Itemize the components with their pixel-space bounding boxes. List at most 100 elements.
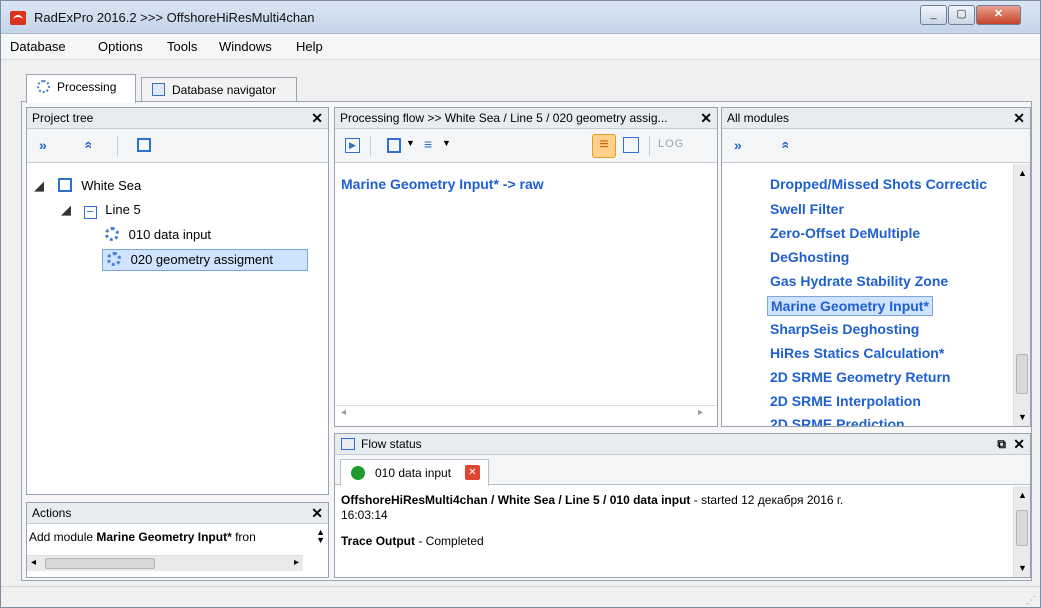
status-started: - started 12 декабря 2016 г.: [690, 493, 844, 507]
scroll-up-icon[interactable]: ▲: [1018, 168, 1027, 178]
database-navigator-icon: [152, 83, 165, 96]
menu-windows[interactable]: Windows: [219, 39, 272, 54]
scroll-thumb[interactable]: [1016, 510, 1028, 546]
tree-item-label: 020 geometry assigment: [130, 252, 273, 267]
menu-database[interactable]: Database: [10, 39, 66, 54]
dropdown-arrow-icon[interactable]: ▼: [442, 138, 451, 148]
expand-all-icon[interactable]: »: [39, 137, 47, 153]
close-icon[interactable]: ✕: [1013, 110, 1025, 127]
actions-title: Actions: [32, 506, 72, 520]
tree-view-icon[interactable]: ≡: [424, 136, 432, 152]
flow-status-tab[interactable]: 010 data input ✕: [340, 459, 489, 486]
collapse-triangle-icon[interactable]: ◢: [34, 178, 44, 193]
all-modules-panel: All modules ✕ » » Dropped/Missed Shots C…: [721, 107, 1031, 427]
resize-grip-icon[interactable]: ⋰: [1026, 595, 1036, 606]
status-result: - Completed: [415, 534, 484, 548]
module-item[interactable]: 2D SRME Interpolation: [770, 393, 921, 409]
scroll-thumb[interactable]: [1016, 354, 1028, 394]
scroll-left-icon[interactable]: ◂: [31, 557, 36, 568]
action-text-module: Marine Geometry Input*: [96, 530, 232, 544]
tab-database-navigator[interactable]: Database navigator: [141, 77, 297, 101]
scroll-up-icon[interactable]: ▲: [1018, 490, 1027, 500]
project-tree-panel: Project tree ✕ » » ◢ White Sea ◢ − Line …: [26, 107, 329, 495]
title-bar: RadExPro 2016.2 >>> OffshoreHiResMulti4c…: [1, 1, 1040, 34]
tree-item-label: 010 data input: [128, 227, 212, 242]
expand-all-icon[interactable]: »: [734, 137, 742, 153]
menu-options[interactable]: Options: [98, 39, 143, 54]
close-icon[interactable]: ✕: [311, 505, 323, 522]
collapse-triangle-icon[interactable]: ◢: [61, 202, 71, 217]
status-time: 16:03:14: [341, 508, 388, 522]
module-item[interactable]: Gas Hydrate Stability Zone: [770, 273, 948, 289]
all-modules-title: All modules: [727, 111, 790, 125]
scroll-left-icon[interactable]: ◂: [341, 407, 346, 418]
close-window-button[interactable]: ✕: [976, 5, 1021, 25]
dropdown-arrow-icon[interactable]: ▼: [406, 138, 415, 148]
action-text-prefix: Add module: [29, 530, 97, 544]
duplicate-icon[interactable]: [137, 138, 151, 152]
module-item[interactable]: Dropped/Missed Shots Correctic: [770, 176, 987, 192]
scroll-down-icon[interactable]: ▼: [1018, 563, 1027, 573]
project-tree-header: Project tree ✕: [27, 108, 328, 129]
tree-item-020-geometry-assigment[interactable]: 020 geometry assigment: [102, 249, 308, 271]
flow-item[interactable]: Marine Geometry Input* -> raw: [341, 176, 544, 192]
toolbar-divider: [117, 136, 118, 156]
close-icon[interactable]: ✕: [1013, 436, 1025, 453]
restore-icon[interactable]: ⧉: [997, 437, 1006, 452]
flow-status-tab-label: 010 data input: [375, 466, 452, 480]
spin-arrows-icon[interactable]: ▲ ▼: [316, 528, 325, 545]
toolbar-divider: [370, 136, 371, 156]
collapse-all-icon[interactable]: »: [776, 141, 792, 149]
tree-item-label: Line 5: [105, 202, 141, 217]
menu-help[interactable]: Help: [296, 39, 323, 54]
module-item[interactable]: Zero-Offset DeMultiple: [770, 225, 920, 241]
flow-status-header: Flow status ⧉ ✕: [335, 434, 1030, 455]
window-title: RadExPro 2016.2 >>> OffshoreHiResMulti4c…: [34, 10, 315, 25]
modules-vertical-scrollbar[interactable]: ▲ ▼: [1013, 164, 1030, 426]
scroll-right-icon[interactable]: ▸: [294, 557, 299, 568]
app-logo-icon: [10, 11, 26, 25]
scroll-thumb[interactable]: [45, 558, 155, 569]
module-item[interactable]: HiRes Statics Calculation*: [770, 345, 944, 361]
tree-item-line-5[interactable]: ◢ − Line 5: [61, 200, 141, 222]
flow-status-vertical-scrollbar[interactable]: ▲ ▼: [1013, 486, 1030, 577]
actions-horizontal-scrollbar[interactable]: ◂ ▸: [27, 555, 303, 571]
module-item-selected[interactable]: Marine Geometry Input*: [767, 296, 933, 316]
all-modules-header: All modules ✕: [722, 108, 1030, 129]
project-icon: [57, 178, 72, 192]
processing-flow-panel: Processing flow >> White Sea / Line 5 / …: [334, 107, 718, 427]
columns-icon[interactable]: [387, 138, 401, 153]
maximize-button[interactable]: ▢: [948, 5, 975, 25]
tab-processing-label: Processing: [57, 80, 117, 94]
module-item[interactable]: SharpSeis Deghosting: [770, 321, 919, 337]
action-text-suffix: fron: [231, 530, 256, 544]
processing-flow-toolbar: ▶ ▼ ≡ ▼ ≡ LOG: [335, 129, 717, 163]
all-modules-toolbar: » »: [722, 129, 1030, 163]
tree-item-label: White Sea: [81, 178, 142, 193]
list-view-icon[interactable]: ≡: [592, 134, 616, 158]
tab-processing[interactable]: Processing: [26, 74, 136, 103]
module-item[interactable]: 2D SRME Prediction: [770, 416, 905, 426]
log-button[interactable]: LOG: [658, 138, 684, 150]
run-flow-icon[interactable]: ▶: [345, 138, 360, 153]
close-icon[interactable]: ✕: [311, 110, 323, 127]
tree-item-white-sea[interactable]: ◢ White Sea: [34, 176, 141, 198]
collapse-all-icon[interactable]: »: [79, 141, 95, 149]
line-icon: −: [83, 205, 97, 219]
graph-view-icon[interactable]: [623, 137, 639, 153]
processing-flow-title: Processing flow >> White Sea / Line 5 / …: [340, 111, 668, 125]
module-item[interactable]: DeGhosting: [770, 249, 849, 265]
module-item[interactable]: Swell Filter: [770, 201, 844, 217]
scroll-right-icon[interactable]: ▸: [698, 407, 703, 418]
scroll-down-icon[interactable]: ▼: [1018, 412, 1027, 422]
project-tree-toolbar: » »: [27, 129, 328, 163]
app-window: RadExPro 2016.2 >>> OffshoreHiResMulti4c…: [0, 0, 1041, 608]
close-tab-icon[interactable]: ✕: [465, 465, 480, 480]
close-icon[interactable]: ✕: [700, 110, 712, 127]
tree-item-010-data-input[interactable]: 010 data input: [105, 225, 211, 247]
gear-icon: [37, 80, 50, 93]
menu-tools[interactable]: Tools: [167, 39, 197, 54]
module-item[interactable]: 2D SRME Geometry Return: [770, 369, 950, 385]
flow-horizontal-scrollbar[interactable]: ◂ ▸: [335, 405, 717, 421]
minimize-button[interactable]: _: [920, 5, 947, 25]
